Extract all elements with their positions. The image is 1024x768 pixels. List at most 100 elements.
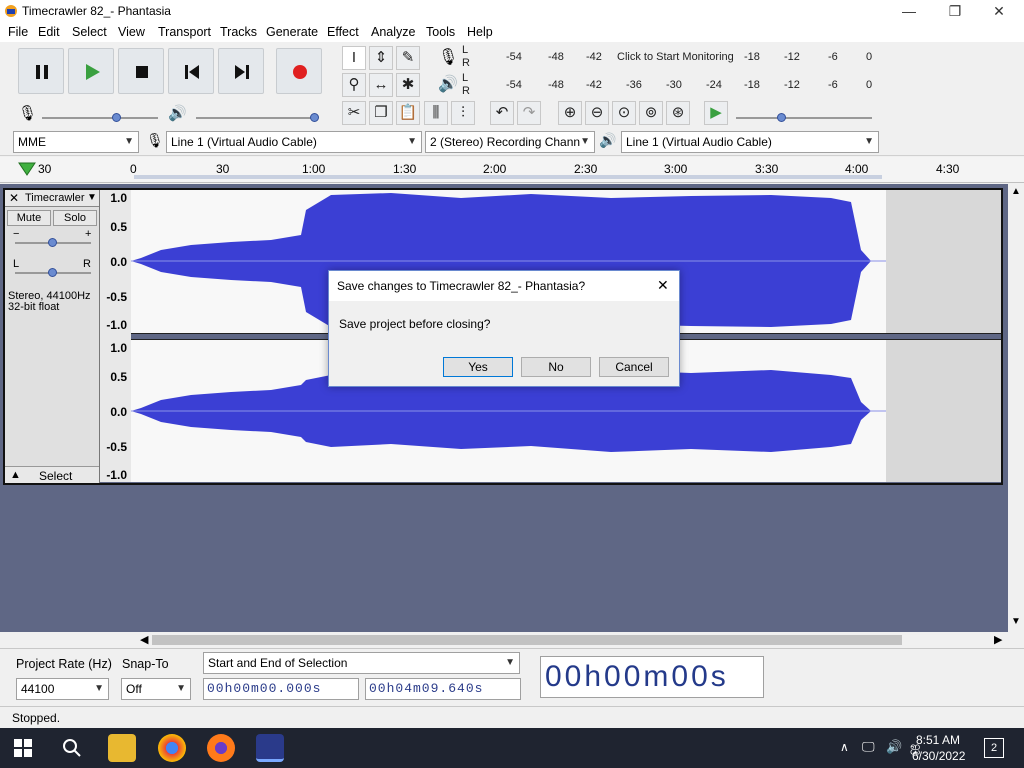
playback-device-select[interactable]: Line 1 (Virtual Audio Cable) ▼	[621, 131, 879, 153]
project-rate-select[interactable]: 44100 ▼	[16, 678, 109, 700]
menu-transport[interactable]: Transport	[158, 25, 211, 39]
app-icon	[4, 4, 18, 18]
undo-button[interactable]: ↶	[490, 101, 514, 125]
tray-chevron-icon[interactable]: ∧	[840, 740, 849, 754]
selection-start-time[interactable]: 00h00m00.000s	[203, 678, 359, 700]
menu-tracks[interactable]: Tracks	[220, 25, 257, 39]
scroll-down-icon[interactable]: ▼	[1011, 616, 1021, 627]
timeshift-tool[interactable]: ↔	[369, 73, 393, 97]
minimize-button[interactable]: —	[886, 0, 932, 22]
play-button[interactable]	[68, 48, 114, 94]
scroll-left-icon[interactable]: ◀	[140, 633, 148, 646]
record-volume-slider[interactable]	[42, 117, 158, 119]
skip-start-button[interactable]	[168, 48, 214, 94]
asterisk-icon: ✱	[401, 76, 415, 93]
maximize-button[interactable]: ❐	[932, 0, 978, 22]
chevron-down-icon: ▼	[176, 683, 186, 694]
playback-volume-knob[interactable]	[310, 113, 319, 122]
fit-project-button[interactable]: ⊚	[639, 101, 663, 125]
menu-edit[interactable]: Edit	[38, 25, 60, 39]
menu-generate[interactable]: Generate	[266, 25, 318, 39]
close-button[interactable]: ✕	[976, 0, 1022, 22]
stop-button[interactable]	[118, 48, 164, 94]
horizontal-scrollbar[interactable]: ◀ ▶	[0, 632, 1024, 648]
click-to-monitor[interactable]: Click to Start Monitoring	[617, 51, 734, 63]
record-volume-knob[interactable]	[112, 113, 121, 122]
search-icon[interactable]	[62, 738, 82, 758]
recording-device-value: Line 1 (Virtual Audio Cable)	[171, 135, 317, 149]
recording-channels-select[interactable]: 2 (Stereo) Recording Chann ▼	[425, 131, 595, 153]
scroll-up-icon[interactable]: ▲	[1011, 186, 1021, 197]
scroll-thumb[interactable]	[152, 635, 902, 645]
zoom-in-button[interactable]: ⊕	[558, 101, 582, 125]
snap-to-select[interactable]: Off ▼	[121, 678, 191, 700]
playback-meter[interactable]: -54 -48 -42 -36 -30 -24 -18 -12 -6 0	[474, 72, 878, 98]
menu-analyze[interactable]: Analyze	[371, 25, 415, 39]
zoom-tool[interactable]: ⚲	[342, 73, 366, 97]
trim-icon: ⫼	[432, 104, 440, 121]
recording-device-select[interactable]: Line 1 (Virtual Audio Cable) ▼	[166, 131, 422, 153]
audio-host-select[interactable]: MME ▼	[13, 131, 139, 153]
play-speed-slider[interactable]	[736, 117, 872, 119]
play-at-speed-button[interactable]: ▶	[704, 101, 728, 125]
playback-volume-slider[interactable]	[196, 117, 316, 119]
volume-icon[interactable]: 🔊	[886, 739, 902, 755]
selection-end-value: 00h04m09.640s	[369, 681, 484, 696]
no-button[interactable]: No	[521, 357, 591, 377]
vertical-scrollbar[interactable]: ▲ ▼	[1008, 184, 1024, 632]
ibeam-icon: I	[351, 49, 357, 66]
record-meter[interactable]: -54 -48 -42 Click to Start Monitoring -1…	[474, 44, 878, 70]
clock-date[interactable]: 6/30/2022	[912, 749, 965, 763]
selection-mode-select[interactable]: Start and End of Selection ▼	[203, 652, 520, 674]
microphone-icon[interactable]: 🎙	[438, 47, 458, 67]
file-explorer-icon[interactable]	[108, 734, 136, 762]
meter-tick: -12	[784, 79, 800, 91]
menu-file[interactable]: File	[8, 25, 28, 39]
skip-start-icon	[185, 65, 199, 79]
envelope-tool[interactable]: ⇕	[369, 46, 393, 70]
paste-button[interactable]: 📋	[396, 101, 420, 125]
ruler-tick: 1:30	[393, 162, 417, 176]
firefox-icon[interactable]	[207, 734, 235, 762]
audacity-taskbar-icon[interactable]	[256, 734, 284, 762]
skip-end-button[interactable]	[218, 48, 264, 94]
ruler-tick: 4:00	[845, 162, 869, 176]
zoom-out-button[interactable]: ⊖	[585, 101, 609, 125]
scroll-right-icon[interactable]: ▶	[994, 633, 1002, 646]
clock-time[interactable]: 8:51 AM	[916, 733, 960, 747]
copy-button[interactable]: ❐	[369, 101, 393, 125]
fit-selection-button[interactable]: ⊙	[612, 101, 636, 125]
pause-button[interactable]	[18, 48, 64, 94]
speaker-icon[interactable]: 🔊	[438, 74, 458, 94]
cut-button[interactable]: ✂	[342, 101, 366, 125]
yes-button[interactable]: Yes	[443, 357, 513, 377]
redo-icon: ↷	[522, 104, 536, 121]
menu-help[interactable]: Help	[467, 25, 493, 39]
network-icon[interactable]: 🖵	[862, 739, 875, 755]
draw-tool[interactable]: ✎	[396, 46, 420, 70]
menu-select[interactable]: Select	[72, 25, 107, 39]
windows-start-icon[interactable]	[14, 739, 32, 757]
menu-effect[interactable]: Effect	[327, 25, 359, 39]
trim-button[interactable]: ⫼	[424, 101, 448, 125]
multi-tool[interactable]: ✱	[396, 73, 420, 97]
audio-position-display[interactable]: 00h00m00s	[540, 656, 764, 698]
silence-button[interactable]: ⫶	[451, 101, 475, 125]
redo-button[interactable]: ↷	[517, 101, 541, 125]
menu-tools[interactable]: Tools	[426, 25, 455, 39]
zoom-toggle-button[interactable]: ⊛	[666, 101, 690, 125]
speaker-volume-icon: 🔊	[168, 105, 187, 122]
selection-end-time[interactable]: 00h04m09.640s	[365, 678, 521, 700]
play-icon	[86, 64, 100, 80]
cancel-button[interactable]: Cancel	[599, 357, 669, 377]
record-button[interactable]	[276, 48, 322, 94]
play-speed-knob[interactable]	[777, 113, 786, 122]
chevron-down-icon: ▼	[864, 136, 874, 147]
selection-tool[interactable]: I	[342, 46, 366, 70]
chrome-icon[interactable]	[158, 734, 186, 762]
menu-view[interactable]: View	[118, 25, 145, 39]
dialog-close-button[interactable]: ✕	[657, 277, 669, 294]
timeline-ruler[interactable]: 30 0 30 1:00 1:30 2:00 2:30 3:00 3:30 4:…	[0, 157, 1024, 183]
notification-center[interactable]: 2	[984, 738, 1004, 758]
speaker-device-icon: 🔊	[599, 132, 617, 148]
